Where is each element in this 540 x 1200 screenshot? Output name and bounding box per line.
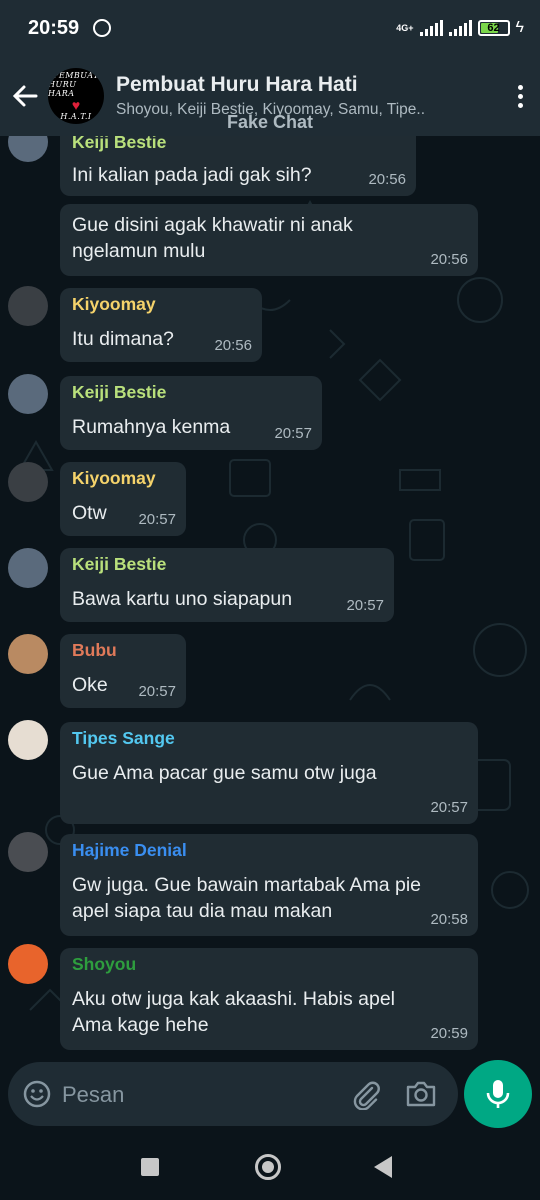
message-bubble[interactable]: Keiji Bestie Ini kalian pada jadi gak si…	[60, 136, 416, 196]
avatar[interactable]	[8, 462, 48, 502]
message-text: ngelamun mulu	[72, 240, 206, 262]
recents-button[interactable]	[141, 1158, 159, 1176]
voice-record-button[interactable]	[464, 1060, 532, 1128]
message-sender: Keiji Bestie	[72, 382, 167, 402]
more-vertical-icon	[517, 84, 523, 90]
message-bubble[interactable]: Kiyoomay Itu dimana? 20:56	[60, 288, 262, 362]
message-sender: Kiyoomay	[72, 294, 156, 314]
message-sender: Kiyoomay	[72, 468, 156, 488]
battery-percent: 62	[487, 22, 500, 34]
message-bubble[interactable]: Kiyoomay Otw 20:57	[60, 462, 186, 536]
message-time: 20:57	[274, 425, 312, 442]
avatar[interactable]	[8, 944, 48, 984]
paperclip-icon[interactable]	[350, 1078, 382, 1110]
message-text: Bawa kartu uno siapapun	[72, 588, 293, 610]
message-time: 20:57	[138, 511, 176, 528]
message-time: 20:56	[368, 171, 406, 188]
message-time: 20:57	[138, 683, 176, 700]
message-time: 20:56	[214, 337, 252, 354]
message-sender: Shoyou	[72, 954, 137, 974]
message: Keiji Bestie Ini kalian pada jadi gak si…	[0, 136, 540, 198]
signal-icon-2	[448, 20, 472, 36]
signal-icon	[419, 20, 443, 36]
message-sender: Keiji Bestie	[72, 136, 167, 152]
arrow-left-icon	[12, 85, 38, 107]
message-time: 20:56	[430, 251, 468, 268]
whatsapp-notification-icon	[93, 19, 112, 37]
avatar[interactable]	[8, 548, 48, 588]
message-sender: Tipes Sange	[72, 728, 175, 748]
message-text: Gue Ama pacar gue samu otw juga	[72, 762, 377, 784]
message-sender: Bubu	[72, 640, 117, 660]
message-bubble[interactable]: Keiji Bestie Bawa kartu uno siapapun 20:…	[60, 548, 394, 622]
system-back-button[interactable]	[374, 1156, 392, 1178]
network-type: 4G+	[396, 22, 414, 33]
message-input[interactable]: Pesan	[62, 1082, 124, 1108]
group-avatar-logo-line: HURU HARA	[48, 80, 77, 98]
camera-icon[interactable]	[404, 1078, 438, 1110]
avatar[interactable]	[8, 374, 48, 414]
message-time: 20:57	[346, 597, 384, 614]
group-title: Pembuat Huru Hara Hati	[116, 73, 358, 96]
watermark-label: Fake Chat	[226, 112, 314, 132]
avatar[interactable]	[8, 136, 48, 162]
avatar[interactable]	[8, 720, 48, 760]
home-button[interactable]	[255, 1154, 281, 1180]
battery-icon: 62	[477, 20, 510, 36]
message-list[interactable]: Keiji Bestie Ini kalian pada jadi gak si…	[0, 136, 540, 1060]
avatar[interactable]	[8, 832, 48, 872]
status-icons: 4G+ 62 ϟ	[396, 19, 524, 37]
message-time: 20:59	[430, 1025, 468, 1042]
message-bubble[interactable]: Hajime Denial Gw juga. Gue bawain martab…	[60, 834, 478, 936]
charging-icon: ϟ	[515, 19, 524, 36]
avatar[interactable]	[8, 634, 48, 674]
emoji-icon[interactable]	[22, 1079, 52, 1109]
dot	[517, 93, 523, 99]
message-sender: Keiji Bestie	[72, 554, 167, 574]
heart-icon: ♥	[71, 97, 81, 113]
message-text: Gue disini agak khawatir ni anak	[72, 214, 353, 236]
avatar[interactable]	[8, 286, 48, 326]
message-text: Rumahnya kenma	[72, 416, 231, 438]
message-text: apel siapa tau dia mau makan	[72, 900, 333, 922]
group-avatar-logo-line: PEMBUAT	[53, 71, 99, 80]
message-sender: Hajime Denial	[72, 840, 187, 860]
mic-icon	[486, 1080, 510, 1108]
message-text: Gw juga. Gue bawain martabak Ama pie	[72, 874, 422, 896]
message-bubble[interactable]: Keiji Bestie Rumahnya kenma 20:57	[60, 376, 322, 450]
message-bubble[interactable]: Shoyou Aku otw juga kak akaashi. Habis a…	[60, 948, 478, 1050]
message-text: Ini kalian pada jadi gak sih?	[72, 164, 312, 186]
message-text: Itu dimana?	[72, 328, 174, 350]
message-bubble[interactable]: Bubu Oke 20:57	[60, 634, 186, 708]
message-time: 20:57	[430, 799, 468, 816]
message-bubble[interactable]: Gue disini agak khawatir ni anak ngelamu…	[60, 204, 478, 276]
status-time: 20:59	[28, 16, 80, 39]
message-composer[interactable]: Pesan	[8, 1062, 458, 1126]
message-text: Otw	[72, 502, 107, 524]
status-bar: 20:59 4G+ 62 ϟ	[0, 0, 540, 56]
message-bubble[interactable]: Tipes Sange Gue Ama pacar gue samu otw j…	[60, 722, 478, 824]
message-time: 20:58	[430, 911, 468, 928]
message-text: Oke	[72, 674, 108, 696]
system-nav-bar	[0, 1134, 540, 1200]
message-text: Aku otw juga kak akaashi. Habis apel	[72, 988, 396, 1010]
message-text: Ama kage hehe	[72, 1014, 209, 1036]
dot	[517, 102, 523, 108]
